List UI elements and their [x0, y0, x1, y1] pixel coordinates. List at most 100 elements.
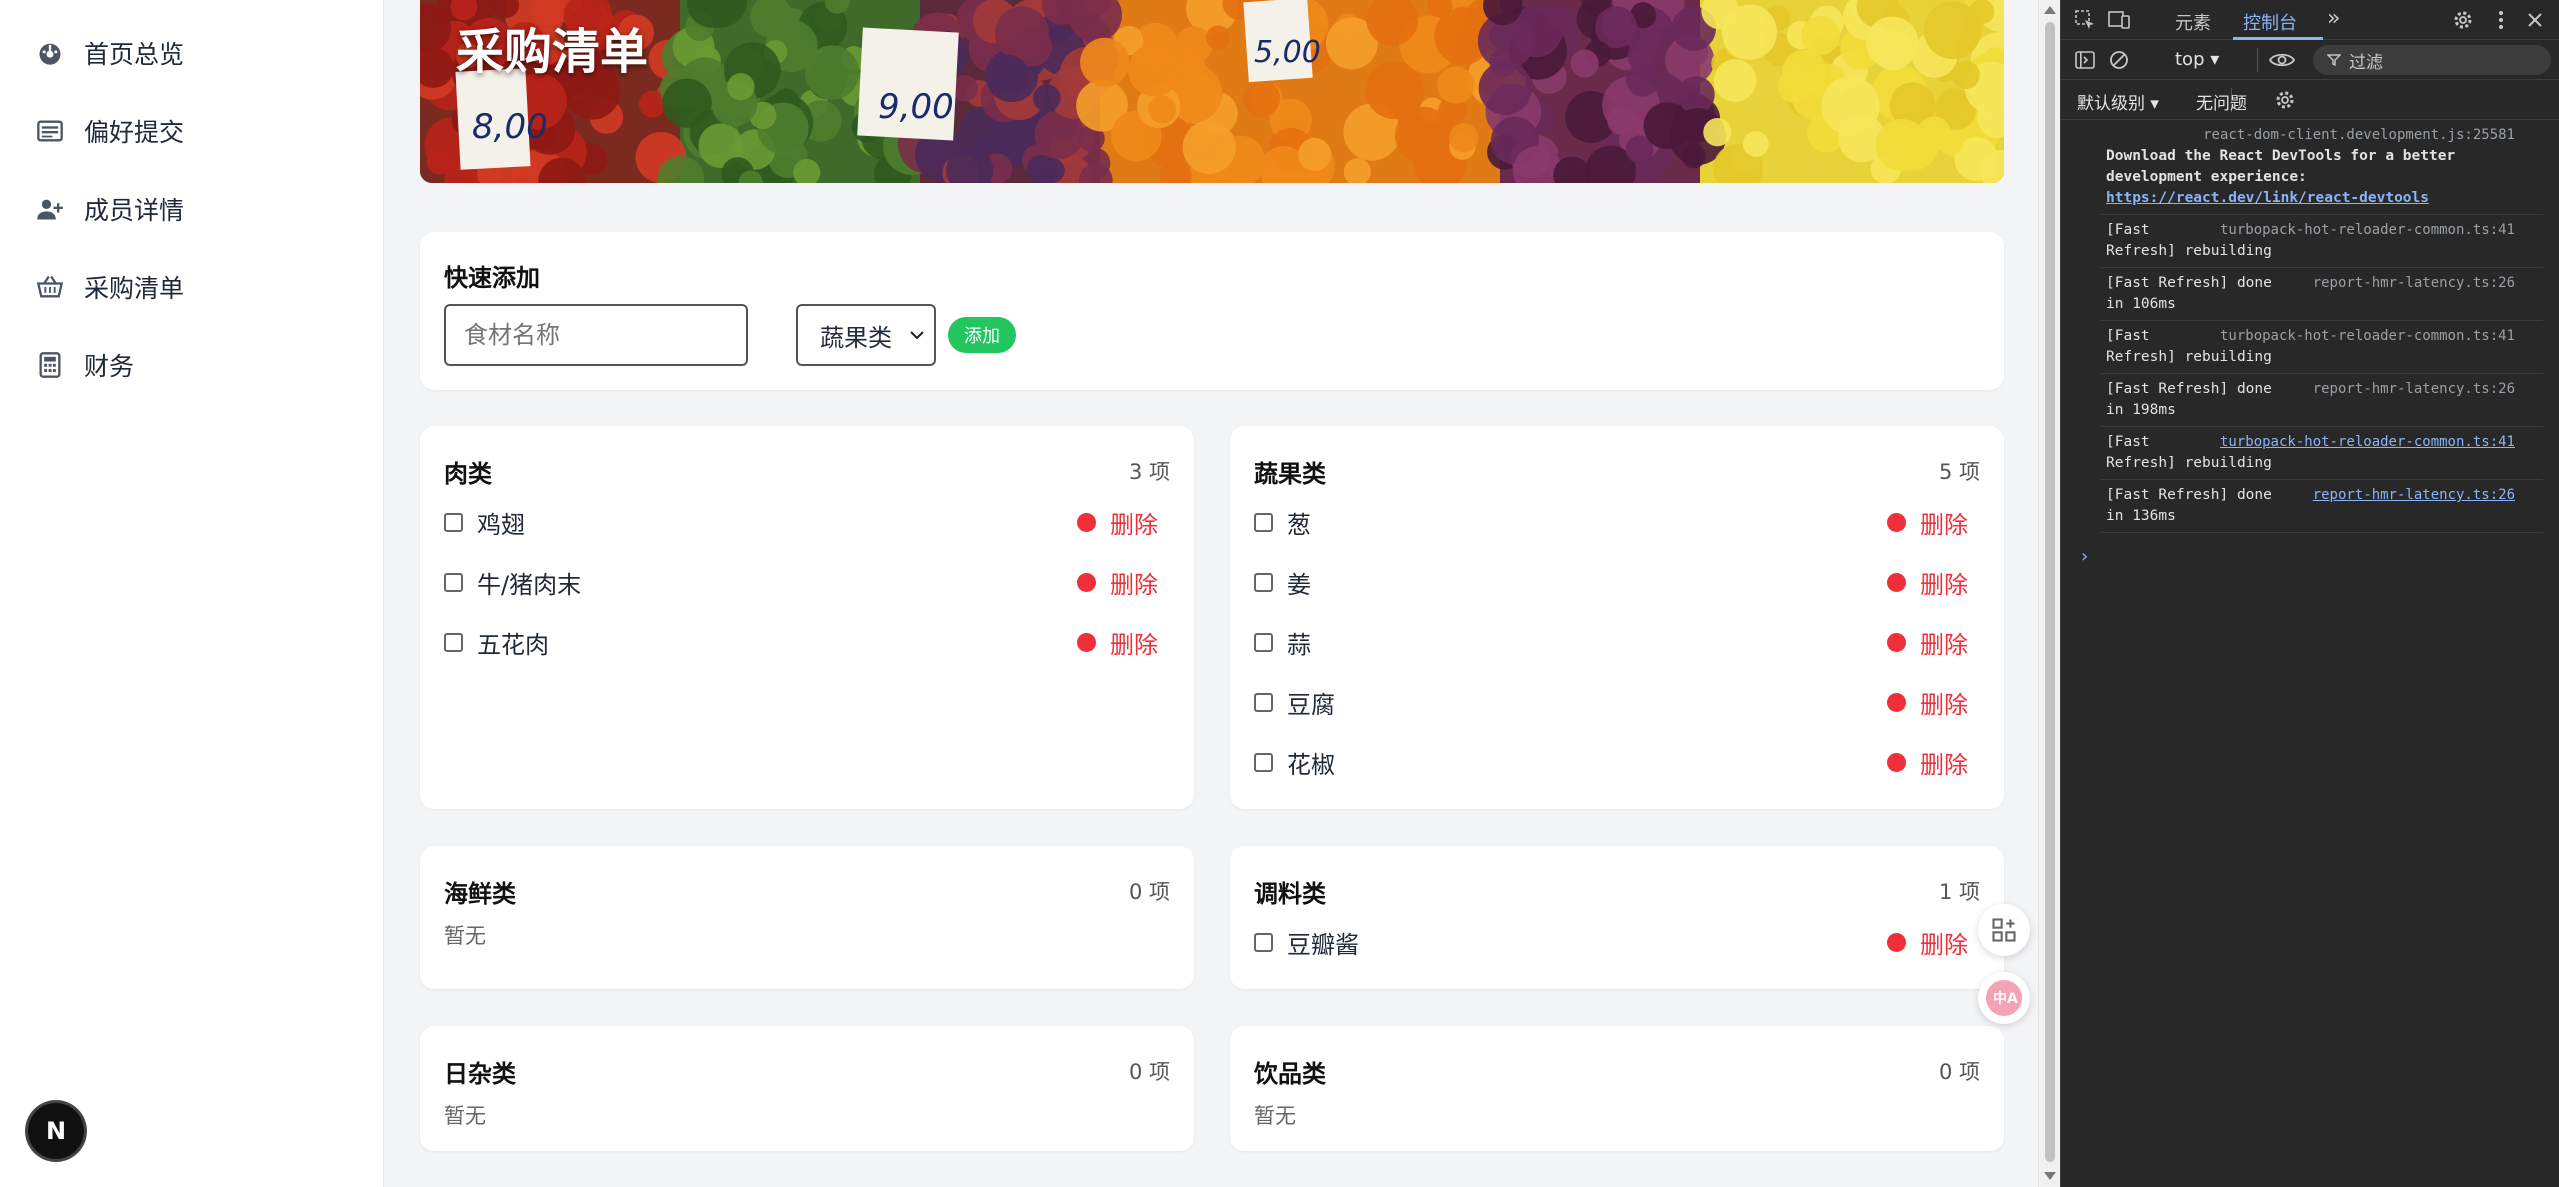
list-item: 豆瓣酱 删除 — [1254, 922, 1980, 962]
category-title: 饮品类 — [1254, 1060, 1326, 1088]
category-title: 日杂类 — [444, 1060, 516, 1088]
tab-elements[interactable]: 元素 — [2175, 9, 2211, 35]
list-item: 蒜 删除 — [1254, 622, 1980, 662]
page-scrollbar[interactable] — [2038, 0, 2060, 1187]
status-dot — [1887, 512, 1906, 532]
item-checkbox[interactable] — [444, 512, 463, 532]
user-add-icon — [37, 199, 63, 220]
list-item: 姜 删除 — [1254, 562, 1980, 602]
more-tabs-icon[interactable]: » — [2327, 6, 2340, 31]
item-checkbox[interactable] — [444, 632, 463, 652]
quick-add-card: 快速添加 蔬果类 添加 — [420, 232, 2004, 390]
log-level-dropdown[interactable]: 默认级别 ▾ — [2077, 89, 2159, 114]
category-select[interactable]: 蔬果类 — [796, 304, 936, 366]
console-source-link[interactable]: turbopack-hot-reloader-common.ts:41 — [2220, 432, 2515, 453]
delete-button[interactable]: 删除 — [1110, 565, 1158, 600]
console-prompt-icon[interactable]: › — [2081, 546, 2088, 567]
more-options-icon[interactable] — [2489, 8, 2513, 32]
live-expression-eye-icon[interactable] — [2267, 48, 2297, 72]
settings-gear-icon[interactable] — [2451, 8, 2475, 32]
devtools-tab-bar: 元素 控制台 » — [2061, 0, 2559, 40]
add-button[interactable]: 添加 — [948, 317, 1016, 353]
delete-button[interactable]: 删除 — [1920, 505, 1968, 540]
console-source-link[interactable]: turbopack-hot-reloader-common.ts:41 — [2220, 326, 2515, 347]
sidebar-item-shopping[interactable]: 采购清单 — [36, 267, 184, 307]
console-source-link[interactable]: react-dom-client.development.js:25581 — [2203, 125, 2515, 146]
console-message: [Fast Refresh] done in 198ms report-hmr-la… — [2106, 379, 2515, 421]
console-settings-gear-icon[interactable] — [2273, 88, 2297, 112]
console-separator — [2101, 214, 2543, 215]
grid-add-icon — [1992, 918, 2016, 942]
item-checkbox[interactable] — [1254, 752, 1273, 772]
delete-button[interactable]: 删除 — [1920, 925, 1968, 960]
sidebar-item-preferences[interactable]: 偏好提交 — [36, 111, 184, 151]
delete-button[interactable]: 删除 — [1110, 625, 1158, 660]
item-name: 五花肉 — [477, 630, 549, 659]
log-level-value: 默认级别 — [2077, 94, 2145, 114]
delete-button[interactable]: 删除 — [1920, 565, 1968, 600]
list-item: 花椒 删除 — [1254, 742, 1980, 782]
empty-text: 暂无 — [1254, 1104, 1296, 1128]
category-card-meat: 肉类 3 项 鸡翅 删除 牛/猪肉末 删除 五花肉 删除 — [420, 426, 1194, 809]
scroll-down-icon[interactable] — [2044, 1172, 2056, 1180]
console-message: [Fast Refresh] rebuilding turbopack-hot-re… — [2106, 326, 2515, 368]
devtools-panel: 元素 控制台 » top ▾ 过滤 默认级别 ▾ 无问题 Download th… — [2060, 0, 2559, 1187]
item-checkbox[interactable] — [1254, 632, 1273, 652]
item-checkbox[interactable] — [1254, 572, 1273, 592]
console-toolbar: top ▾ 过滤 — [2061, 40, 2559, 80]
main-content: 8,00 9,00 5,00 采购清单 快速添加 蔬果类 添加 肉类 3 项 鸡… — [384, 0, 2038, 1187]
delete-button[interactable]: 删除 — [1920, 745, 1968, 780]
device-toolbar-icon[interactable] — [2107, 8, 2131, 32]
item-checkbox[interactable] — [1254, 932, 1273, 952]
svg-text:中A: 中A — [1993, 990, 2018, 1007]
console-source-link[interactable]: turbopack-hot-reloader-common.ts:41 — [2220, 220, 2515, 241]
inspect-element-icon[interactable] — [2073, 8, 2097, 32]
apps-float-button[interactable] — [1978, 904, 2030, 956]
clear-console-icon[interactable] — [2107, 48, 2131, 72]
item-name: 花椒 — [1287, 750, 1335, 779]
close-icon[interactable] — [2523, 8, 2547, 32]
sidebar-item-overview[interactable]: 首页总览 — [36, 33, 184, 73]
scrollbar-thumb[interactable] — [2045, 22, 2055, 1162]
console-message: [Fast Refresh] done in 136ms report-hmr-la… — [2106, 485, 2515, 527]
tab-console[interactable]: 控制台 — [2243, 9, 2297, 35]
filter-placeholder: 过滤 — [2349, 52, 2383, 73]
sidebar-item-label: 首页总览 — [84, 40, 185, 69]
item-name: 姜 — [1287, 570, 1311, 599]
category-count: 3 项 — [1128, 460, 1170, 484]
scroll-up-icon[interactable] — [2044, 6, 2056, 14]
list-item: 牛/猪肉末 删除 — [444, 562, 1170, 602]
sidebar-toggle-icon[interactable] — [2073, 48, 2097, 72]
sidebar-item-members[interactable]: 成员详情 — [36, 189, 184, 229]
status-dot — [1887, 752, 1906, 772]
filter-input[interactable]: 过滤 — [2313, 45, 2551, 75]
status-dot — [1077, 572, 1096, 592]
delete-button[interactable]: 删除 — [1920, 685, 1968, 720]
item-checkbox[interactable] — [444, 572, 463, 592]
delete-button[interactable]: 删除 — [1110, 505, 1158, 540]
status-dot — [1887, 632, 1906, 652]
issues-count[interactable]: 无问题 — [2196, 89, 2247, 114]
ingredient-name-input[interactable] — [444, 304, 748, 366]
console-url-link[interactable]: https://react.dev/link/react-devtools — [2106, 188, 2515, 209]
console-source-link[interactable]: report-hmr-latency.ts:26 — [2313, 273, 2515, 294]
item-checkbox[interactable] — [1254, 692, 1273, 712]
delete-button[interactable]: 删除 — [1920, 625, 1968, 660]
console-source-link[interactable]: report-hmr-latency.ts:26 — [2313, 379, 2515, 400]
translate-float-button[interactable]: 中A — [1978, 972, 2030, 1024]
list-icon — [37, 120, 63, 142]
nextjs-devtools-button[interactable]: N — [28, 1103, 84, 1159]
sidebar-item-label: 成员详情 — [84, 196, 185, 225]
item-checkbox[interactable] — [1254, 512, 1273, 532]
list-item: 鸡翅 删除 — [444, 502, 1170, 542]
category-count: 1 项 — [1938, 880, 1980, 904]
category-count: 5 项 — [1938, 460, 1980, 484]
category-card-produce: 蔬果类 5 项 葱删除姜删除蒜删除 豆腐 删除 花椒 删除 — [1230, 426, 2004, 809]
dashboard-icon — [39, 43, 61, 65]
status-dot — [1887, 692, 1906, 712]
context-selector[interactable]: top ▾ — [2175, 49, 2219, 70]
console-message: Download the React DevTools for a better… — [2106, 125, 2515, 209]
sidebar-item-finance[interactable]: 财务 — [36, 345, 134, 385]
status-dot — [1077, 632, 1096, 652]
console-source-link[interactable]: report-hmr-latency.ts:26 — [2313, 485, 2515, 506]
